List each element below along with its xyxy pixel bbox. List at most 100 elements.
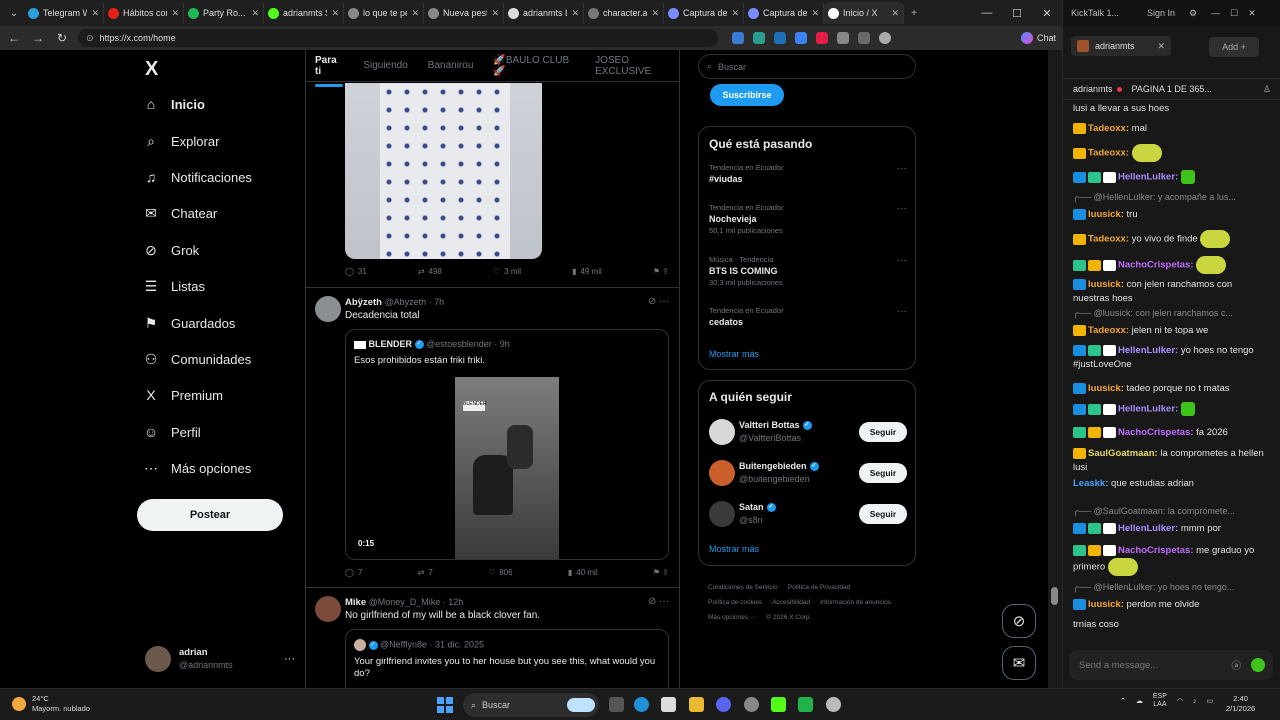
footer-link[interactable]: Política de cookies: [708, 595, 762, 610]
volume-icon[interactable]: ♪: [1193, 698, 1197, 705]
chat-username[interactable]: Tadeoxx:: [1088, 325, 1129, 336]
profile-icon[interactable]: [879, 32, 891, 44]
footer-link[interactable]: Condiciones de Servicio: [708, 580, 778, 595]
avatar[interactable]: [709, 419, 735, 445]
chat-username[interactable]: HellenLulker:: [1118, 172, 1178, 183]
chat-username[interactable]: Tadeoxx:: [1088, 123, 1129, 134]
chat-username[interactable]: luusick:: [1088, 599, 1124, 610]
reply-button[interactable]: ◯ 7: [345, 568, 362, 577]
messages-button[interactable]: ✉: [1002, 646, 1036, 680]
extension-icon[interactable]: [795, 32, 807, 44]
nav-item-mail[interactable]: ✉ Chatear: [143, 205, 217, 222]
kick-emote-icon[interactable]: [1251, 658, 1265, 672]
repost-button[interactable]: ⇄ 7: [418, 568, 433, 577]
battery-icon[interactable]: ▭: [1207, 697, 1214, 705]
video-player[interactable]: BLENDER 0:15: [346, 377, 668, 559]
views-button[interactable]: ▮ 49 mil: [572, 267, 602, 276]
browser-tab[interactable]: adrianmts Le... ✕: [504, 2, 584, 24]
maximize-button[interactable]: ☐: [1002, 7, 1032, 20]
feed-tab[interactable]: Bananirou: [428, 60, 474, 71]
site-info-icon[interactable]: ⊙: [86, 33, 94, 44]
chat-username[interactable]: HellenLulker:: [1118, 404, 1178, 415]
post-handle[interactable]: @Abyzeth · 7h: [384, 297, 444, 307]
browser-tab[interactable]: Captura de p...✕: [664, 2, 744, 24]
chat-username[interactable]: luusick:: [1088, 383, 1124, 394]
more-icon[interactable]: ···: [897, 255, 907, 266]
trend-item[interactable]: Música · Tendencia BTS IS COMING 30,3 mil …: [709, 255, 907, 287]
maximize-button[interactable]: ☐: [1230, 8, 1238, 19]
feed-tab[interactable]: JOSEO EXCLUSIVE: [595, 55, 679, 77]
post-image[interactable]: [345, 83, 542, 259]
minimize-button[interactable]: —: [1211, 8, 1220, 18]
tab-list-button[interactable]: ⌄: [4, 3, 24, 23]
follow-suggestion[interactable]: Satan ✓ @s8n Seguir: [709, 501, 907, 529]
feed-tab[interactable]: Siguiendo: [363, 60, 407, 71]
footer-link[interactable]: Accesibilidad: [772, 595, 810, 610]
like-button[interactable]: ♡ 806: [488, 568, 513, 577]
repost-button[interactable]: ⇄ 498: [418, 267, 442, 276]
wifi-icon[interactable]: ◠: [1177, 697, 1183, 705]
post-button[interactable]: Postear: [137, 499, 283, 531]
extension-icon[interactable]: [753, 32, 765, 44]
gear-icon[interactable]: ⚙: [1189, 8, 1197, 19]
network-icon[interactable]: ☁: [1136, 697, 1143, 705]
folder-icon[interactable]: [689, 697, 704, 712]
more-icon[interactable]: ⊘ ···: [648, 596, 669, 607]
back-icon[interactable]: ←: [6, 31, 22, 45]
browser-tab[interactable]: Telegram Web ✕: [24, 2, 104, 24]
browser-tab[interactable]: Captura de p...✕: [744, 2, 824, 24]
browser-tab[interactable]: Inicio / X ✕: [824, 2, 904, 24]
obs-icon[interactable]: [744, 697, 759, 712]
follow-button[interactable]: Seguir: [859, 504, 907, 524]
close-tab-icon[interactable]: ✕: [1157, 41, 1165, 52]
post-author[interactable]: Abÿzeth: [345, 297, 382, 308]
sign-in-button[interactable]: Sign In: [1147, 8, 1175, 18]
nav-item-list[interactable]: ☰ Listas: [143, 278, 205, 295]
close-window-button[interactable]: ✕: [1032, 7, 1062, 20]
nav-item-search[interactable]: ⌕ Explorar: [143, 133, 219, 150]
close-tab-icon[interactable]: ✕: [731, 8, 739, 19]
show-more-link[interactable]: Mostrar más: [709, 544, 759, 554]
show-more-link[interactable]: Mostrar más: [709, 349, 759, 359]
quoted-post[interactable]: ✓ @Nefflyn8e · 31 dic. 2025 Your girlfri…: [345, 629, 669, 688]
app-icon[interactable]: [826, 697, 841, 712]
chat-username[interactable]: luusick:: [1088, 209, 1124, 220]
reply-button[interactable]: ◯ 31: [345, 267, 367, 276]
extension-icon[interactable]: [858, 32, 870, 44]
footer-link[interactable]: Política de Privacidad: [788, 580, 851, 595]
chat-username[interactable]: luusick:: [1088, 279, 1124, 290]
scrollbar-thumb[interactable]: [1051, 587, 1058, 605]
account-switcher[interactable]: adrian @adriannmts ···: [145, 644, 295, 674]
footer-link[interactable]: Más opciones ···: [708, 610, 756, 625]
nav-item-bookmark[interactable]: ⚑ Guardados: [143, 315, 236, 332]
discord-icon[interactable]: [716, 697, 731, 712]
search-input[interactable]: ⌕ Buscar: [698, 54, 916, 79]
nav-item-person[interactable]: ☺ Perfil: [143, 424, 201, 440]
chat-username[interactable]: SaulGoatmaan:: [1088, 448, 1158, 459]
pinned-message[interactable]: PAGINA 1 DE 365...: [1132, 84, 1212, 94]
store-icon[interactable]: [661, 697, 676, 712]
follow-button[interactable]: Seguir: [859, 422, 907, 442]
close-tab-icon[interactable]: ✕: [91, 8, 99, 19]
nav-item-x[interactable]: X Premium: [143, 387, 223, 403]
chat-username[interactable]: NachoCrispetas:: [1118, 260, 1194, 271]
start-button[interactable]: [437, 697, 453, 713]
copilot-chat-button[interactable]: Chat: [1020, 32, 1056, 44]
feed-tab[interactable]: 🚀BAULO CLUB🚀: [493, 55, 575, 77]
post-handle[interactable]: @Money_D_Mike · 12h: [369, 597, 464, 607]
chat-username[interactable]: Tadeoxx:: [1088, 234, 1129, 245]
views-button[interactable]: ▮ 40 mil: [568, 568, 598, 577]
chat-username[interactable]: Tadeoxx:: [1088, 148, 1129, 159]
follow-suggestion[interactable]: Buitengebieden ✓ @buitengebieden Seguir: [709, 460, 907, 488]
trend-item[interactable]: Tendencia en Ecuador cedatos ···: [709, 306, 907, 327]
chat-username[interactable]: HellenLulker:: [1118, 345, 1178, 356]
chevron-up-icon[interactable]: ⌃: [1120, 697, 1126, 705]
nav-item-more[interactable]: ⋯ Más opciones: [143, 460, 251, 477]
language-indicator[interactable]: ESP LAA: [1153, 693, 1167, 709]
extension-icon[interactable]: [816, 32, 828, 44]
close-tab-icon[interactable]: ✕: [411, 8, 419, 19]
close-tab-icon[interactable]: ✕: [331, 8, 339, 19]
quoted-post[interactable]: BLENDER ✓ @estoesblender · 9h Esos prohi…: [345, 329, 669, 560]
browser-tab[interactable]: character.ai |...✕: [584, 2, 664, 24]
nav-item-bell[interactable]: ♫ Notificaciones: [143, 169, 252, 185]
